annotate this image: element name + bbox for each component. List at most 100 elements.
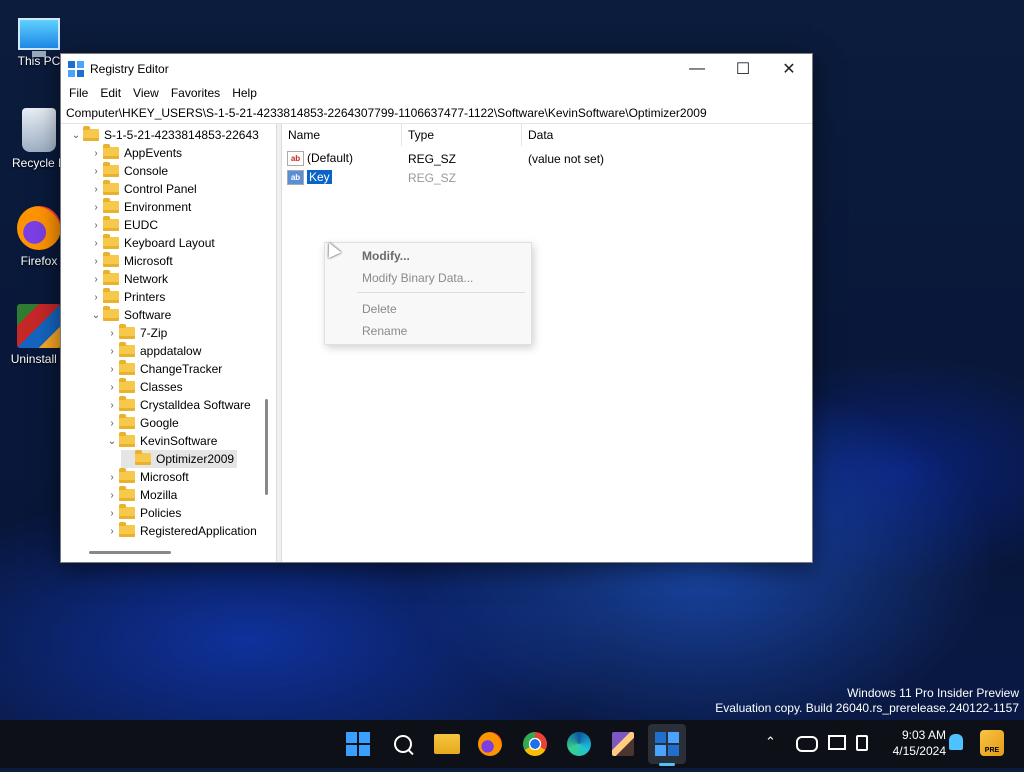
tree-item-mozilla[interactable]: › Mozilla: [105, 486, 177, 504]
value-name-rename-field[interactable]: Key: [307, 170, 332, 184]
menu-help[interactable]: Help: [226, 86, 263, 100]
taskbar: ⌃ 9:03 AM 4/15/2024 PRE: [0, 720, 1024, 768]
chevron-down-icon[interactable]: ⌄: [69, 130, 83, 141]
tree-item-label: Control Panel: [124, 182, 197, 196]
folder-icon: [103, 162, 119, 177]
close-button[interactable]: ✕: [766, 54, 812, 83]
minimize-button[interactable]: —: [674, 54, 720, 83]
chevron-right-icon[interactable]: ›: [89, 238, 103, 249]
chevron-right-icon[interactable]: ›: [105, 526, 119, 537]
folder-icon: [135, 450, 151, 465]
folder-icon: [119, 432, 135, 447]
computer-icon: [18, 18, 60, 57]
tree-item-user-sid[interactable]: ⌄ S-1-5-21-4233814853-22643: [69, 126, 259, 144]
chrome-icon[interactable]: [523, 732, 547, 756]
chevron-right-icon[interactable]: ›: [105, 400, 119, 411]
chevron-right-icon[interactable]: ›: [89, 202, 103, 213]
notification-bell-icon[interactable]: [949, 734, 963, 750]
chevron-right-icon[interactable]: ›: [105, 346, 119, 357]
folder-icon: [119, 324, 135, 339]
address-bar[interactable]: Computer\HKEY_USERS\S-1-5-21-4233814853-…: [61, 103, 812, 124]
menu-file[interactable]: File: [63, 86, 94, 100]
chevron-right-icon[interactable]: ›: [105, 382, 119, 393]
onedrive-icon[interactable]: [796, 736, 818, 752]
tree-item-7zip[interactable]: › 7-Zip: [105, 324, 167, 342]
tree-item-crystalldea-software[interactable]: › Crystalldea Software: [105, 396, 251, 414]
tree-item-keyboard-layout[interactable]: › Keyboard Layout: [89, 234, 215, 252]
tree-item-policies[interactable]: › Policies: [105, 504, 181, 522]
chevron-right-icon[interactable]: ›: [89, 184, 103, 195]
tree-item-console[interactable]: › Console: [89, 162, 168, 180]
tree-item-kevinsoftware[interactable]: ⌄ KevinSoftware: [105, 432, 217, 450]
chevron-right-icon[interactable]: ›: [105, 490, 119, 501]
folder-icon: [119, 342, 135, 357]
column-header-data[interactable]: Data: [522, 124, 812, 146]
context-menu: Modify... Modify Binary Data... Delete R…: [324, 242, 532, 345]
tree-item-appevents[interactable]: › AppEvents: [89, 144, 182, 162]
tree-item-printers[interactable]: › Printers: [89, 288, 165, 306]
folder-icon: [119, 360, 135, 375]
tree-item-registeredapplication[interactable]: › RegisteredApplication: [105, 522, 257, 540]
chevron-right-icon[interactable]: ›: [105, 364, 119, 375]
string-value-icon: ab: [287, 170, 304, 186]
edge-icon[interactable]: [567, 732, 591, 756]
menu-edit[interactable]: Edit: [94, 86, 127, 100]
tree-item-label: Policies: [140, 506, 182, 520]
tree-item-label: Microsoft: [140, 470, 189, 484]
chevron-right-icon[interactable]: ›: [89, 256, 103, 267]
folder-icon: [103, 288, 119, 303]
tree-item-control-panel[interactable]: › Control Panel: [89, 180, 197, 198]
chevron-right-icon[interactable]: ›: [89, 274, 103, 285]
menu-item-rename[interactable]: Rename: [362, 324, 407, 338]
value-data: (value not set): [528, 152, 605, 166]
recycle-bin-icon: [22, 108, 56, 152]
menu-bar: File Edit View Favorites Help: [61, 83, 812, 103]
tree-item-software[interactable]: ⌄ Software: [89, 306, 171, 324]
chevron-right-icon[interactable]: ›: [89, 148, 103, 159]
chevron-right-icon[interactable]: ›: [105, 328, 119, 339]
clock[interactable]: 9:03 AM 4/15/2024: [880, 727, 946, 759]
menu-favorites[interactable]: Favorites: [165, 86, 226, 100]
chevron-right-icon[interactable]: ›: [105, 418, 119, 429]
menu-item-modify-binary[interactable]: Modify Binary Data...: [362, 271, 473, 285]
title-bar[interactable]: Registry Editor — ☐ ✕: [61, 54, 812, 83]
chevron-right-icon[interactable]: ›: [89, 292, 103, 303]
tree-item-label: Optimizer2009: [156, 452, 235, 466]
column-header-type[interactable]: Type: [402, 124, 522, 146]
maximize-button[interactable]: ☐: [720, 54, 766, 83]
insider-pre-badge[interactable]: PRE: [980, 730, 1004, 756]
tree-item-eudc[interactable]: › EUDC: [89, 216, 158, 234]
menu-view[interactable]: View: [127, 86, 165, 100]
tree-item-environment[interactable]: › Environment: [89, 198, 191, 216]
chevron-down-icon[interactable]: ⌄: [89, 310, 103, 321]
volume-icon[interactable]: [856, 735, 868, 751]
start-icon[interactable]: [342, 728, 374, 760]
show-hidden-icons-chevron-icon[interactable]: ⌃: [765, 734, 776, 750]
tree-item-google[interactable]: › Google: [105, 414, 179, 432]
file-explorer-icon[interactable]: [434, 734, 460, 754]
chevron-down-icon[interactable]: ⌄: [105, 436, 119, 447]
menu-item-modify[interactable]: Modify...: [362, 249, 410, 263]
network-icon[interactable]: [828, 735, 846, 750]
tree-item-changetracker[interactable]: › ChangeTracker: [105, 360, 222, 378]
tree-item-optimizer2009[interactable]: Optimizer2009: [121, 450, 238, 468]
tree-item-classes[interactable]: › Classes: [105, 378, 183, 396]
chevron-right-icon[interactable]: ›: [105, 472, 119, 483]
search-icon[interactable]: [387, 728, 419, 760]
tree-vertical-scrollbar[interactable]: [265, 399, 268, 495]
app-icon[interactable]: [612, 732, 634, 756]
chevron-right-icon[interactable]: ›: [89, 166, 103, 177]
registry-editor-icon[interactable]: [655, 732, 679, 756]
chevron-right-icon[interactable]: ›: [105, 508, 119, 519]
firefox-icon[interactable]: [478, 732, 502, 756]
tree-item-appdatalow[interactable]: › appdatalow: [105, 342, 201, 360]
tree-horizontal-scrollbar[interactable]: [89, 551, 171, 554]
tree-item-microsoft-software[interactable]: › Microsoft: [105, 468, 189, 486]
folder-icon: [119, 504, 135, 519]
tree-item-microsoft[interactable]: › Microsoft: [89, 252, 173, 270]
registry-editor-icon: [68, 60, 84, 77]
tree-item-network[interactable]: › Network: [89, 270, 168, 288]
menu-item-delete[interactable]: Delete: [362, 302, 397, 316]
chevron-right-icon[interactable]: ›: [89, 220, 103, 231]
column-header-name[interactable]: Name: [282, 124, 402, 146]
